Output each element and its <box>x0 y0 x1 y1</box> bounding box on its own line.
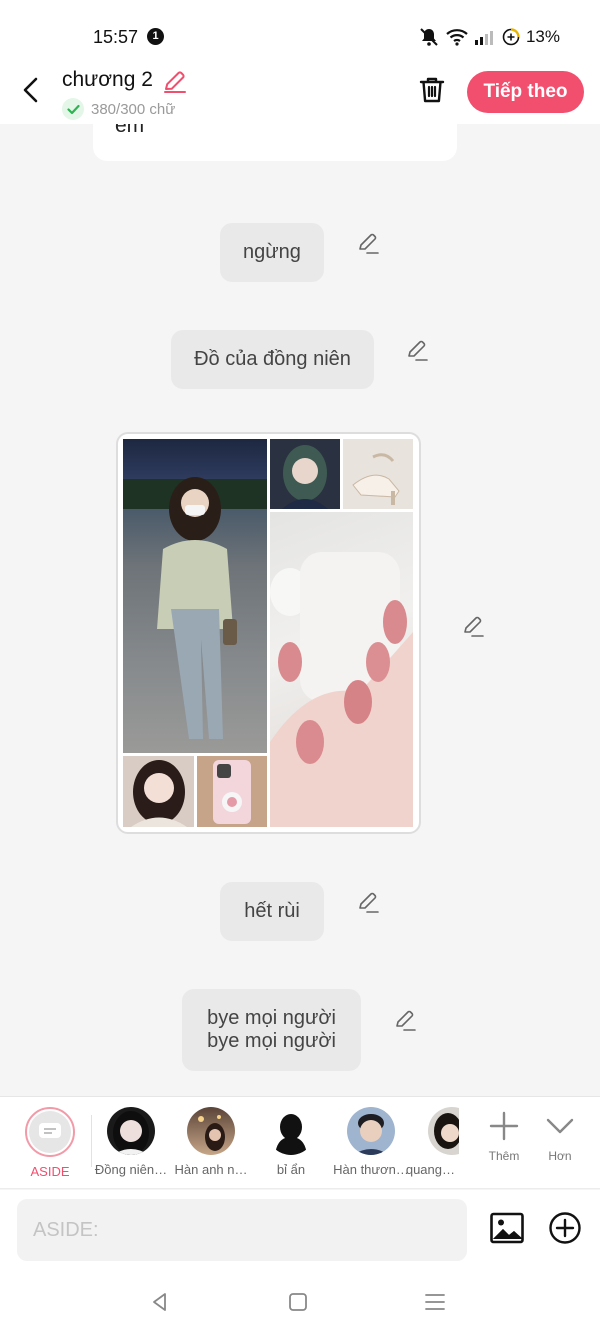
chapter-title[interactable]: chương 2 <box>62 68 153 92</box>
chevron-down-icon <box>546 1118 574 1134</box>
character-item[interactable]: quang… <box>403 1107 459 1177</box>
avatar <box>347 1107 395 1155</box>
back-icon[interactable] <box>16 74 48 106</box>
word-count-text: 380/300 chữ <box>91 100 176 118</box>
character-item[interactable]: Hàn thươn… <box>331 1107 411 1177</box>
avatar <box>107 1107 155 1155</box>
system-nav-bar <box>0 1270 600 1333</box>
message-bubble[interactable]: Đồ của đồng niên <box>171 330 374 389</box>
mute-bell-icon <box>420 28 438 46</box>
character-name: ASIDE <box>30 1164 70 1179</box>
battery-level: 13% <box>525 27 560 46</box>
more-label: Thêm <box>488 1149 520 1163</box>
photo-portrait-girl <box>123 756 194 827</box>
trash-icon[interactable] <box>416 74 448 106</box>
edit-message-icon[interactable] <box>356 890 380 914</box>
add-circle-icon[interactable] <box>548 1211 582 1245</box>
message-text: Đồ của đồng niên <box>194 348 351 370</box>
character-name: Đồng niên… <box>94 1162 168 1177</box>
character-name: Hàn anh n… <box>174 1162 248 1177</box>
message-bubble[interactable]: bye mọi người bye mọi người <box>182 989 361 1071</box>
character-name: Hàn thươn… <box>333 1162 409 1177</box>
status-time: 15:57 <box>93 27 139 47</box>
character-item[interactable]: Đồng niên… <box>91 1107 171 1177</box>
composer <box>0 1190 600 1270</box>
character-aside[interactable]: ASIDE <box>10 1107 90 1179</box>
message-bubble[interactable]: hết rùi <box>220 882 324 941</box>
character-name: quang… <box>405 1162 455 1177</box>
photo-nails <box>270 512 413 827</box>
nav-home-icon[interactable] <box>286 1290 310 1314</box>
photo-outfit-night <box>123 439 267 753</box>
avatar <box>428 1107 459 1155</box>
image-icon[interactable] <box>489 1210 525 1246</box>
story-content[interactable]: em ngừng Đồ của đồng niên hết rùi bye mọ… <box>0 124 600 1096</box>
word-counter: 380/300 chữ <box>62 98 175 120</box>
editor-header: chương 2 380/300 chữ Tiếp theo <box>0 62 600 124</box>
avatar <box>267 1107 315 1155</box>
expand-label: Hơn <box>548 1149 572 1163</box>
nav-menu-icon[interactable] <box>423 1290 447 1314</box>
nav-back-icon[interactable] <box>148 1290 172 1314</box>
expand-button[interactable]: Hơn <box>532 1109 588 1163</box>
status-bar: 15:57 1 13% <box>0 0 600 70</box>
message-text: ngừng <box>243 241 301 263</box>
image-message[interactable] <box>116 432 421 834</box>
avatar <box>187 1107 235 1155</box>
notification-badge: 1 <box>147 28 164 45</box>
status-icons: 13% <box>418 27 560 47</box>
battery-saver-icon <box>502 28 520 46</box>
more-button[interactable]: Thêm <box>476 1109 532 1163</box>
edit-title-icon[interactable] <box>162 70 188 94</box>
edit-message-icon[interactable] <box>393 1008 417 1032</box>
edit-message-icon[interactable] <box>356 231 380 255</box>
edit-image-icon[interactable] <box>461 614 485 638</box>
message-text: bye mọi người <box>207 1030 336 1052</box>
edit-message-icon[interactable] <box>405 338 429 362</box>
character-item[interactable]: Hàn anh n… <box>171 1107 251 1177</box>
previous-message-text: em <box>115 124 145 137</box>
message-text: hết rùi <box>244 900 300 922</box>
message-input[interactable] <box>17 1199 467 1261</box>
photo-heels <box>343 439 413 509</box>
photo-phone-case <box>197 756 267 827</box>
photo-portrait-green-hair <box>270 439 340 509</box>
next-button[interactable]: Tiếp theo <box>467 71 584 113</box>
chat-bubble-icon <box>39 1123 61 1138</box>
message-bubble[interactable]: ngừng <box>220 223 324 282</box>
plus-icon <box>489 1111 519 1141</box>
signal-icon <box>474 31 493 45</box>
check-icon <box>62 98 84 120</box>
character-item[interactable]: bỉ ẩn <box>251 1107 331 1177</box>
previous-message-bubble[interactable]: em <box>93 124 457 161</box>
aside-avatar <box>25 1107 75 1157</box>
character-name: bỉ ẩn <box>276 1162 306 1177</box>
message-text: bye mọi người <box>207 1007 336 1029</box>
wifi-icon <box>446 29 468 46</box>
character-selector: ASIDE Đồng niên… Hàn anh n… bỉ ẩn Hàn th… <box>0 1096 600 1189</box>
